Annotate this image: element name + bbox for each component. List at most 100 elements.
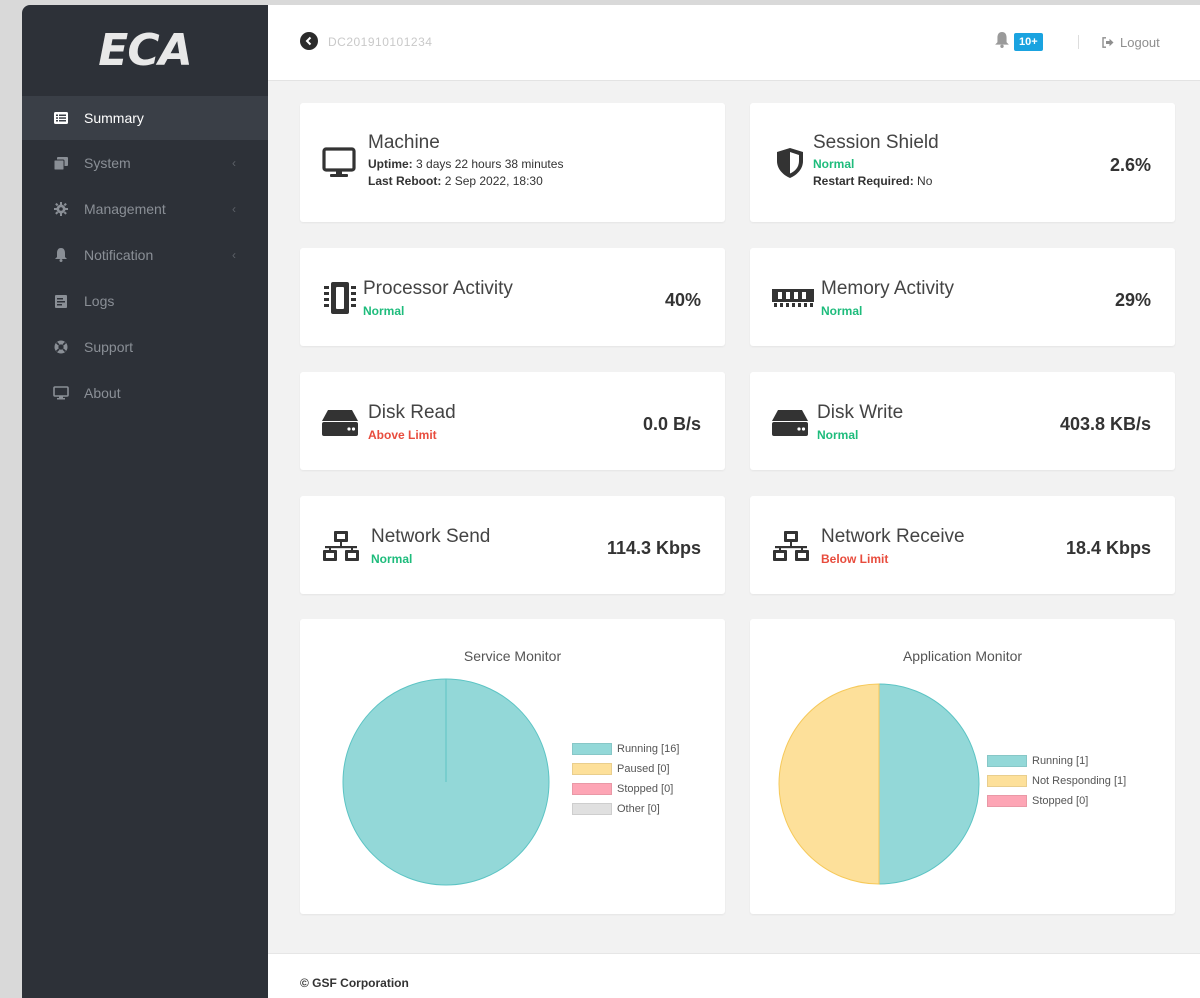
restart-required-row: Restart Required: No: [813, 174, 933, 188]
card-value: 114.3 Kbps: [606, 538, 701, 558]
card-value: 18.4 Kbps: [1065, 538, 1151, 558]
service-monitor-card: Service Monitor Running [16] Paused [0] …: [300, 619, 725, 914]
sidebar-item-label: Management: [84, 201, 166, 217]
service-monitor-pie: [342, 678, 550, 886]
network-receive-card: Network Receive Below Limit 18.4 Kbps: [750, 496, 1175, 594]
app-window: ECA Summary System ‹ Management ‹ Notifi…: [22, 5, 1200, 998]
disk-read-card: Disk Read Above Limit 0.0 B/s: [300, 372, 725, 470]
back-button[interactable]: [300, 32, 318, 50]
copyright: © GSF Corporation: [300, 976, 409, 990]
notification-badge[interactable]: 10+: [1014, 33, 1043, 51]
bell-icon: [52, 246, 70, 264]
network-icon: [772, 531, 810, 566]
logo-text: ECA: [98, 25, 192, 76]
legend-item[interactable]: Paused [0]: [572, 762, 679, 776]
logo[interactable]: ECA: [22, 5, 268, 96]
card-value: 29%: [1114, 290, 1151, 310]
status-badge: Normal: [821, 304, 863, 318]
chevron-left-icon: ‹: [232, 156, 236, 170]
legend-item[interactable]: Stopped [0]: [987, 794, 1126, 808]
sidebar-item-support[interactable]: Support: [22, 324, 268, 370]
chart-title: Service Monitor: [463, 648, 562, 664]
sidebar-item-label: About: [84, 385, 121, 401]
legend-swatch: [572, 763, 612, 775]
service-monitor-legend: Running [16] Paused [0] Stopped [0] Othe…: [572, 742, 679, 822]
card-title: Memory Activity: [821, 278, 955, 299]
chevron-left-icon: [305, 36, 312, 46]
card-value: 40%: [664, 290, 701, 310]
legend-swatch: [987, 755, 1027, 767]
sidebar: ECA Summary System ‹ Management ‹ Notifi…: [22, 5, 268, 998]
list-icon: [52, 109, 70, 127]
status-badge: Normal: [363, 304, 405, 318]
status-badge: Normal: [813, 157, 855, 171]
monitor-icon: [52, 384, 70, 402]
divider: [1078, 35, 1079, 49]
copy-icon: [52, 154, 70, 172]
memory-icon: [772, 286, 814, 313]
footer: © GSF Corporation: [268, 953, 1200, 998]
uptime-row: Uptime: 3 days 22 hours 38 minutes: [368, 157, 564, 171]
application-monitor-pie: [778, 683, 980, 885]
sidebar-item-management[interactable]: Management ‹: [22, 186, 268, 232]
legend-item[interactable]: Not Responding [1]: [987, 774, 1126, 788]
memory-card: Memory Activity Normal 29%: [750, 248, 1175, 346]
network-send-card: Network Send Normal 114.3 Kbps: [300, 496, 725, 594]
card-title: Network Receive: [821, 526, 965, 547]
main-content: DC201910101234 10+ Logout Machine Uptime…: [268, 5, 1200, 998]
card-title: Processor Activity: [363, 278, 513, 299]
legend-swatch: [987, 775, 1027, 787]
legend-swatch: [572, 743, 612, 755]
legend-swatch: [572, 783, 612, 795]
sign-out-icon: [1102, 37, 1114, 48]
application-monitor-card: Application Monitor Running [1] Not Resp…: [750, 619, 1175, 914]
legend-item[interactable]: Running [1]: [987, 754, 1126, 768]
card-title: Network Send: [371, 526, 491, 547]
shield-icon: [776, 147, 804, 184]
legend-item[interactable]: Other [0]: [572, 802, 679, 816]
hard-drive-icon: [322, 410, 358, 441]
card-title: Session Shield: [813, 132, 939, 153]
status-badge: Above Limit: [368, 428, 437, 442]
chip-icon: [322, 282, 358, 319]
chevron-left-icon: ‹: [232, 202, 236, 216]
sidebar-item-notification[interactable]: Notification ‹: [22, 232, 268, 278]
machine-card: Machine Uptime: 3 days 22 hours 38 minut…: [300, 103, 725, 222]
chart-title: Application Monitor: [902, 648, 1023, 664]
status-badge: Normal: [371, 552, 413, 566]
status-badge: Below Limit: [821, 552, 889, 566]
pie-slice[interactable]: [878, 683, 980, 885]
legend-item[interactable]: Stopped [0]: [572, 782, 679, 796]
sidebar-item-system[interactable]: System ‹: [22, 140, 268, 186]
card-value: 403.8 KB/s: [1059, 414, 1151, 434]
legend-swatch: [987, 795, 1027, 807]
card-title: Machine: [368, 132, 440, 153]
card-title: Disk Write: [817, 402, 904, 423]
top-bar: DC201910101234 10+ Logout: [268, 5, 1200, 81]
sidebar-item-label: Support: [84, 339, 134, 355]
sidebar-item-about[interactable]: About: [22, 370, 268, 416]
sidebar-item-logs[interactable]: Logs: [22, 278, 268, 324]
card-title: Disk Read: [368, 402, 456, 423]
logout-button[interactable]: Logout: [1102, 35, 1160, 50]
legend-item[interactable]: Running [16]: [572, 742, 679, 756]
network-icon: [322, 531, 360, 566]
pie-slice[interactable]: [778, 683, 880, 885]
notification-bell-icon[interactable]: [995, 32, 1009, 53]
session-shield-card: Session Shield Normal Restart Required: …: [750, 103, 1175, 222]
sidebar-item-label: Logs: [84, 293, 115, 309]
card-value: 2.6%: [1109, 155, 1151, 175]
card-value: 0.0 B/s: [642, 414, 701, 434]
sidebar-item-summary[interactable]: Summary: [22, 96, 268, 140]
monitor-icon: [322, 147, 356, 184]
sidebar-item-label: System: [84, 155, 131, 171]
hard-drive-icon: [772, 410, 808, 441]
sidebar-item-label: Summary: [84, 110, 144, 126]
processor-card: Processor Activity Normal 40%: [300, 248, 725, 346]
application-monitor-legend: Running [1] Not Responding [1] Stopped […: [987, 754, 1126, 814]
chevron-left-icon: ‹: [232, 248, 236, 262]
last-reboot-row: Last Reboot: 2 Sep 2022, 18:30: [368, 174, 543, 188]
document-icon: [52, 292, 70, 310]
logout-label: Logout: [1120, 35, 1160, 50]
status-badge: Normal: [817, 428, 859, 442]
